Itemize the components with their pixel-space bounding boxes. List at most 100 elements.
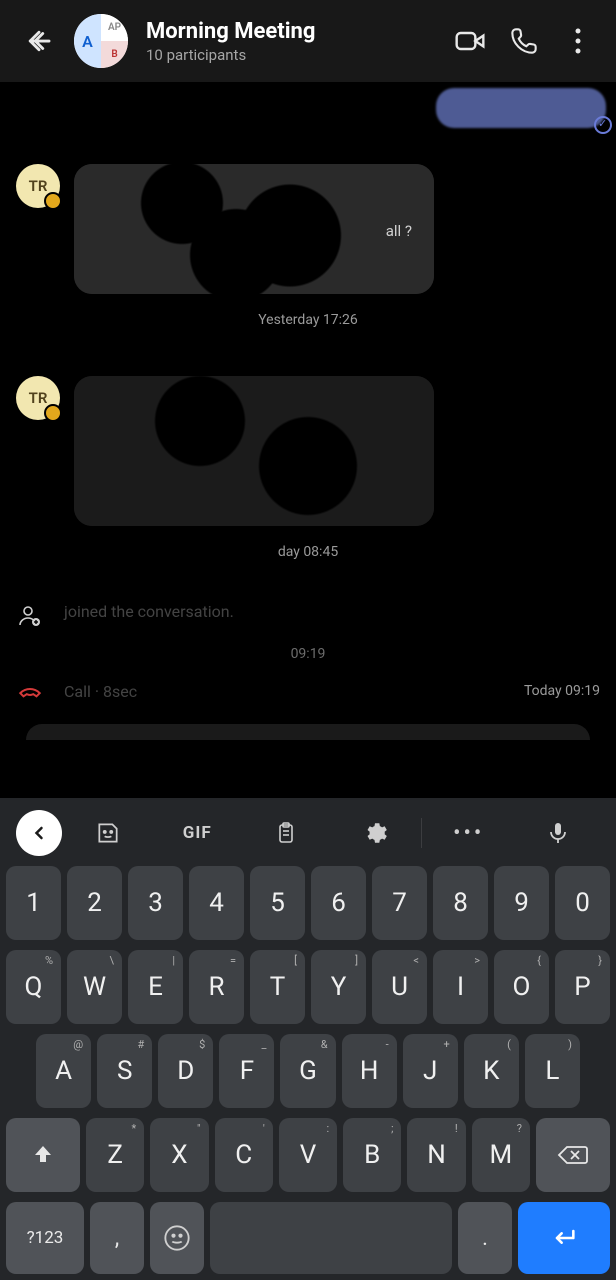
key-8[interactable]: 8 [433,866,488,940]
time-fragment: 09:19 [16,646,600,662]
avatar-segment: AP [101,14,128,41]
period-key[interactable]: . [458,1202,512,1274]
text-fragment: all ? [386,222,412,240]
clipboard-icon [274,821,298,845]
read-receipt-icon [594,116,612,134]
key-g[interactable]: G& [280,1034,335,1108]
back-arrow-icon [24,26,54,56]
person-add-icon [16,602,44,630]
key-c[interactable]: C' [215,1118,273,1192]
on-screen-keyboard: GIF ••• 1234567890 Q%W\E|R=T[Y]U<I>O{P} … [0,798,616,1280]
key-p[interactable]: P} [555,950,610,1024]
key-x[interactable]: X" [150,1118,208,1192]
sticker-icon [95,820,121,846]
video-icon [454,25,486,57]
key-b[interactable]: B; [343,1118,401,1192]
key-row: 1234567890 [6,866,610,940]
overflow-menu-button[interactable] [560,23,596,59]
sticker-button[interactable] [66,810,151,856]
key-9[interactable]: 9 [494,866,549,940]
key-f[interactable]: F_ [219,1034,274,1108]
key-v[interactable]: V: [279,1118,337,1192]
key-y[interactable]: Y] [311,950,366,1024]
date-separator: day 08:45 [16,544,600,560]
microphone-icon [546,818,570,848]
composer[interactable] [26,724,590,740]
key-z[interactable]: Z* [86,1118,144,1192]
call-log-time: Today 09:19 [524,683,600,699]
more-horizontal-icon: ••• [453,821,484,846]
key-h[interactable]: H- [342,1034,397,1108]
shift-key[interactable] [6,1118,80,1192]
back-button[interactable] [22,24,56,58]
key-q[interactable]: Q% [6,950,61,1024]
key-u[interactable]: U< [372,950,427,1024]
sender-avatar[interactable]: TR [16,376,60,420]
key-row: ?123 , . [6,1202,610,1274]
comma-key[interactable]: , [90,1202,144,1274]
key-t[interactable]: T[ [250,950,305,1024]
outgoing-bubble-fragment [436,88,606,128]
sender-avatar[interactable]: TR [16,164,60,208]
key-l[interactable]: L) [525,1034,580,1108]
backspace-icon [557,1143,589,1167]
video-call-button[interactable] [452,23,488,59]
key-1[interactable]: 1 [6,866,61,940]
key-j[interactable]: J+ [403,1034,458,1108]
key-n[interactable]: N! [407,1118,465,1192]
key-5[interactable]: 5 [250,866,305,940]
key-k[interactable]: K( [464,1034,519,1108]
key-w[interactable]: W\ [67,950,122,1024]
key-d[interactable]: D$ [158,1034,213,1108]
key-s[interactable]: S# [97,1034,152,1108]
keyboard-more-button[interactable]: ••• [426,810,511,856]
keyboard-settings-button[interactable] [332,810,417,856]
message-row: TR all ? [16,164,600,294]
key-row: Z*X"C'V:B;N!M? [6,1118,610,1192]
voice-input-button[interactable] [515,810,600,856]
group-avatar[interactable]: A AP B [74,14,128,68]
audio-call-button[interactable] [506,23,542,59]
key-row: Q%W\E|R=T[Y]U<I>O{P} [6,950,610,1024]
key-m[interactable]: M? [472,1118,530,1192]
toolbar-separator [421,818,422,848]
key-4[interactable]: 4 [189,866,244,940]
emoji-key[interactable] [150,1202,204,1274]
key-7[interactable]: 7 [372,866,427,940]
redaction-overlay [74,164,434,294]
phone-icon [510,27,538,55]
key-o[interactable]: O{ [494,950,549,1024]
avatar-segment: B [101,41,128,68]
clipboard-button[interactable] [244,810,329,856]
key-6[interactable]: 6 [311,866,366,940]
key-e[interactable]: E| [128,950,183,1024]
avatar-segment: A [74,14,101,68]
message-bubble[interactable] [74,376,434,526]
message-bubble[interactable]: all ? [74,164,434,294]
backspace-key[interactable] [536,1118,610,1192]
key-r[interactable]: R= [189,950,244,1024]
chevron-left-icon [29,823,49,843]
key-2[interactable]: 2 [67,866,122,940]
chat-subtitle: 10 participants [146,46,434,64]
emoji-icon [163,1224,191,1252]
key-0[interactable]: 0 [555,866,610,940]
chat-title-block[interactable]: Morning Meeting 10 participants [146,19,434,64]
key-a[interactable]: A@ [36,1034,91,1108]
key-3[interactable]: 3 [128,866,183,940]
key-row: A@S#D$F_G&H-J+K(L) [6,1034,610,1108]
more-vertical-icon [575,28,581,54]
keyboard-toolbar: GIF ••• [6,806,610,856]
message-row: TR [16,376,600,526]
shift-icon [31,1143,55,1167]
enter-key[interactable] [518,1202,610,1274]
keyboard-collapse-button[interactable] [16,810,62,856]
symbols-key[interactable]: ?123 [6,1202,84,1274]
enter-icon [547,1224,581,1252]
chat-header: A AP B Morning Meeting 10 participants [0,0,616,82]
space-key[interactable] [210,1202,452,1274]
gif-button[interactable]: GIF [155,810,240,856]
key-i[interactable]: I> [433,950,488,1024]
message-list[interactable]: TR all ? Yesterday 17:26 TR day 08:45 jo… [0,82,616,798]
call-log-row[interactable]: Call · 8sec Today 09:19 [16,676,600,706]
